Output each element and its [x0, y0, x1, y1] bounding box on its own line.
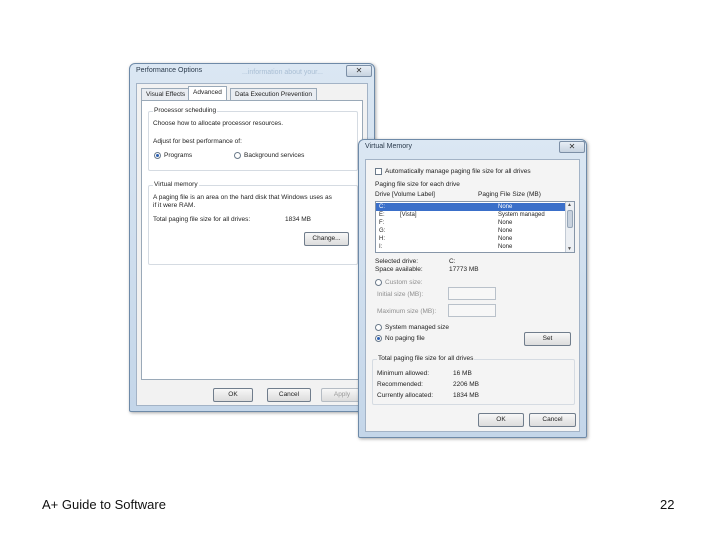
- column-drive-header: Drive [Volume Label]: [375, 191, 435, 198]
- apply-button[interactable]: Apply: [321, 388, 363, 402]
- programs-radio[interactable]: [154, 152, 161, 159]
- background-services-label: Background services: [244, 152, 305, 159]
- system-managed-radio[interactable]: [375, 324, 382, 331]
- space-available-label: Space available:: [375, 266, 423, 273]
- tab-advanced[interactable]: Advanced: [188, 86, 227, 101]
- totals-group: Total paging file size for all drives Mi…: [372, 355, 575, 405]
- dialog-body: Visual Effects Advanced Data Execution P…: [136, 83, 368, 406]
- processor-description: Choose how to allocate processor resourc…: [153, 120, 284, 127]
- programs-label: Programs: [164, 152, 193, 159]
- list-item[interactable]: H: None: [376, 235, 566, 243]
- drive-list[interactable]: C: None E: [Vista] System managed F: Non…: [375, 201, 575, 253]
- window-title: Virtual Memory: [365, 143, 412, 150]
- virtual-memory-group: Virtual memory A paging file is an area …: [148, 181, 358, 265]
- background-services-radio[interactable]: [234, 152, 241, 159]
- maximum-size-label: Maximum size (MB):: [377, 308, 437, 315]
- change-button[interactable]: Change...: [304, 232, 349, 246]
- selected-drive-label: Selected drive:: [375, 258, 418, 265]
- custom-size-radio[interactable]: [375, 279, 382, 286]
- scroll-thumb[interactable]: [567, 210, 573, 228]
- cancel-button[interactable]: Cancel: [529, 413, 576, 427]
- adjust-label: Adjust for best performance of:: [153, 138, 242, 145]
- list-item[interactable]: C: None: [376, 203, 566, 211]
- performance-options-window: Performance Options ...information about…: [129, 63, 375, 412]
- list-scrollbar[interactable]: ▲ ▼: [565, 202, 574, 252]
- close-button[interactable]: ✕: [346, 65, 372, 77]
- minimum-allowed-label: Minimum allowed:: [377, 370, 430, 377]
- page-number: 22: [660, 497, 675, 512]
- cancel-button[interactable]: Cancel: [267, 388, 311, 402]
- no-paging-file-label: No paging file: [385, 335, 425, 342]
- total-paging-label: Total paging file size for all drives:: [153, 216, 251, 223]
- window-title: Performance Options: [136, 67, 203, 74]
- section-heading: Paging file size for each drive: [375, 181, 460, 188]
- initial-size-input[interactable]: [448, 287, 496, 300]
- total-paging-value: 1834 MB: [285, 216, 312, 223]
- selected-drive-value: C:: [449, 258, 456, 265]
- close-icon: ✕: [355, 66, 363, 75]
- initial-size-label: Initial size (MB):: [377, 291, 424, 298]
- system-managed-label: System managed size: [385, 324, 449, 331]
- advanced-tab-panel: Processor scheduling Choose how to alloc…: [141, 100, 363, 380]
- list-item[interactable]: E: [Vista] System managed: [376, 211, 566, 219]
- list-item[interactable]: G: None: [376, 227, 566, 235]
- list-item[interactable]: I: None: [376, 243, 566, 251]
- currently-allocated-label: Currently allocated:: [377, 392, 433, 399]
- close-icon: ✕: [568, 142, 576, 151]
- footer-title: A+ Guide to Software: [42, 497, 166, 512]
- list-item[interactable]: F: None: [376, 219, 566, 227]
- group-title: Processor scheduling: [153, 107, 218, 114]
- set-button[interactable]: Set: [524, 332, 571, 346]
- group-title: Virtual memory: [153, 181, 199, 188]
- auto-manage-checkbox[interactable]: [375, 168, 382, 175]
- no-paging-file-radio[interactable]: [375, 335, 382, 342]
- processor-scheduling-group: Processor scheduling Choose how to alloc…: [148, 107, 358, 171]
- ok-button[interactable]: OK: [213, 388, 253, 402]
- close-button[interactable]: ✕: [559, 141, 585, 153]
- paging-description-line2: if it were RAM.: [153, 202, 196, 209]
- recommended-label: Recommended:: [377, 381, 423, 388]
- virtual-memory-window: Virtual Memory ✕ Automatically manage pa…: [358, 139, 587, 438]
- paging-description-line1: A paging file is an area on the hard dis…: [153, 194, 332, 201]
- scroll-up-icon[interactable]: ▲: [567, 202, 572, 208]
- group-title: Total paging file size for all drives: [377, 355, 475, 362]
- maximum-size-input[interactable]: [448, 304, 496, 317]
- recommended-value: 2206 MB: [453, 381, 480, 388]
- auto-manage-label: Automatically manage paging file size fo…: [385, 168, 531, 175]
- dialog-body: Automatically manage paging file size fo…: [365, 159, 580, 432]
- scroll-down-icon[interactable]: ▼: [567, 246, 572, 252]
- currently-allocated-value: 1834 MB: [453, 392, 480, 399]
- minimum-allowed-value: 16 MB: [453, 370, 472, 377]
- ok-button[interactable]: OK: [478, 413, 524, 427]
- space-available-value: 17773 MB: [449, 266, 479, 273]
- ghost-text: ...information about your...: [242, 69, 323, 76]
- custom-size-label: Custom size:: [385, 279, 423, 286]
- column-size-header: Paging File Size (MB): [478, 191, 541, 198]
